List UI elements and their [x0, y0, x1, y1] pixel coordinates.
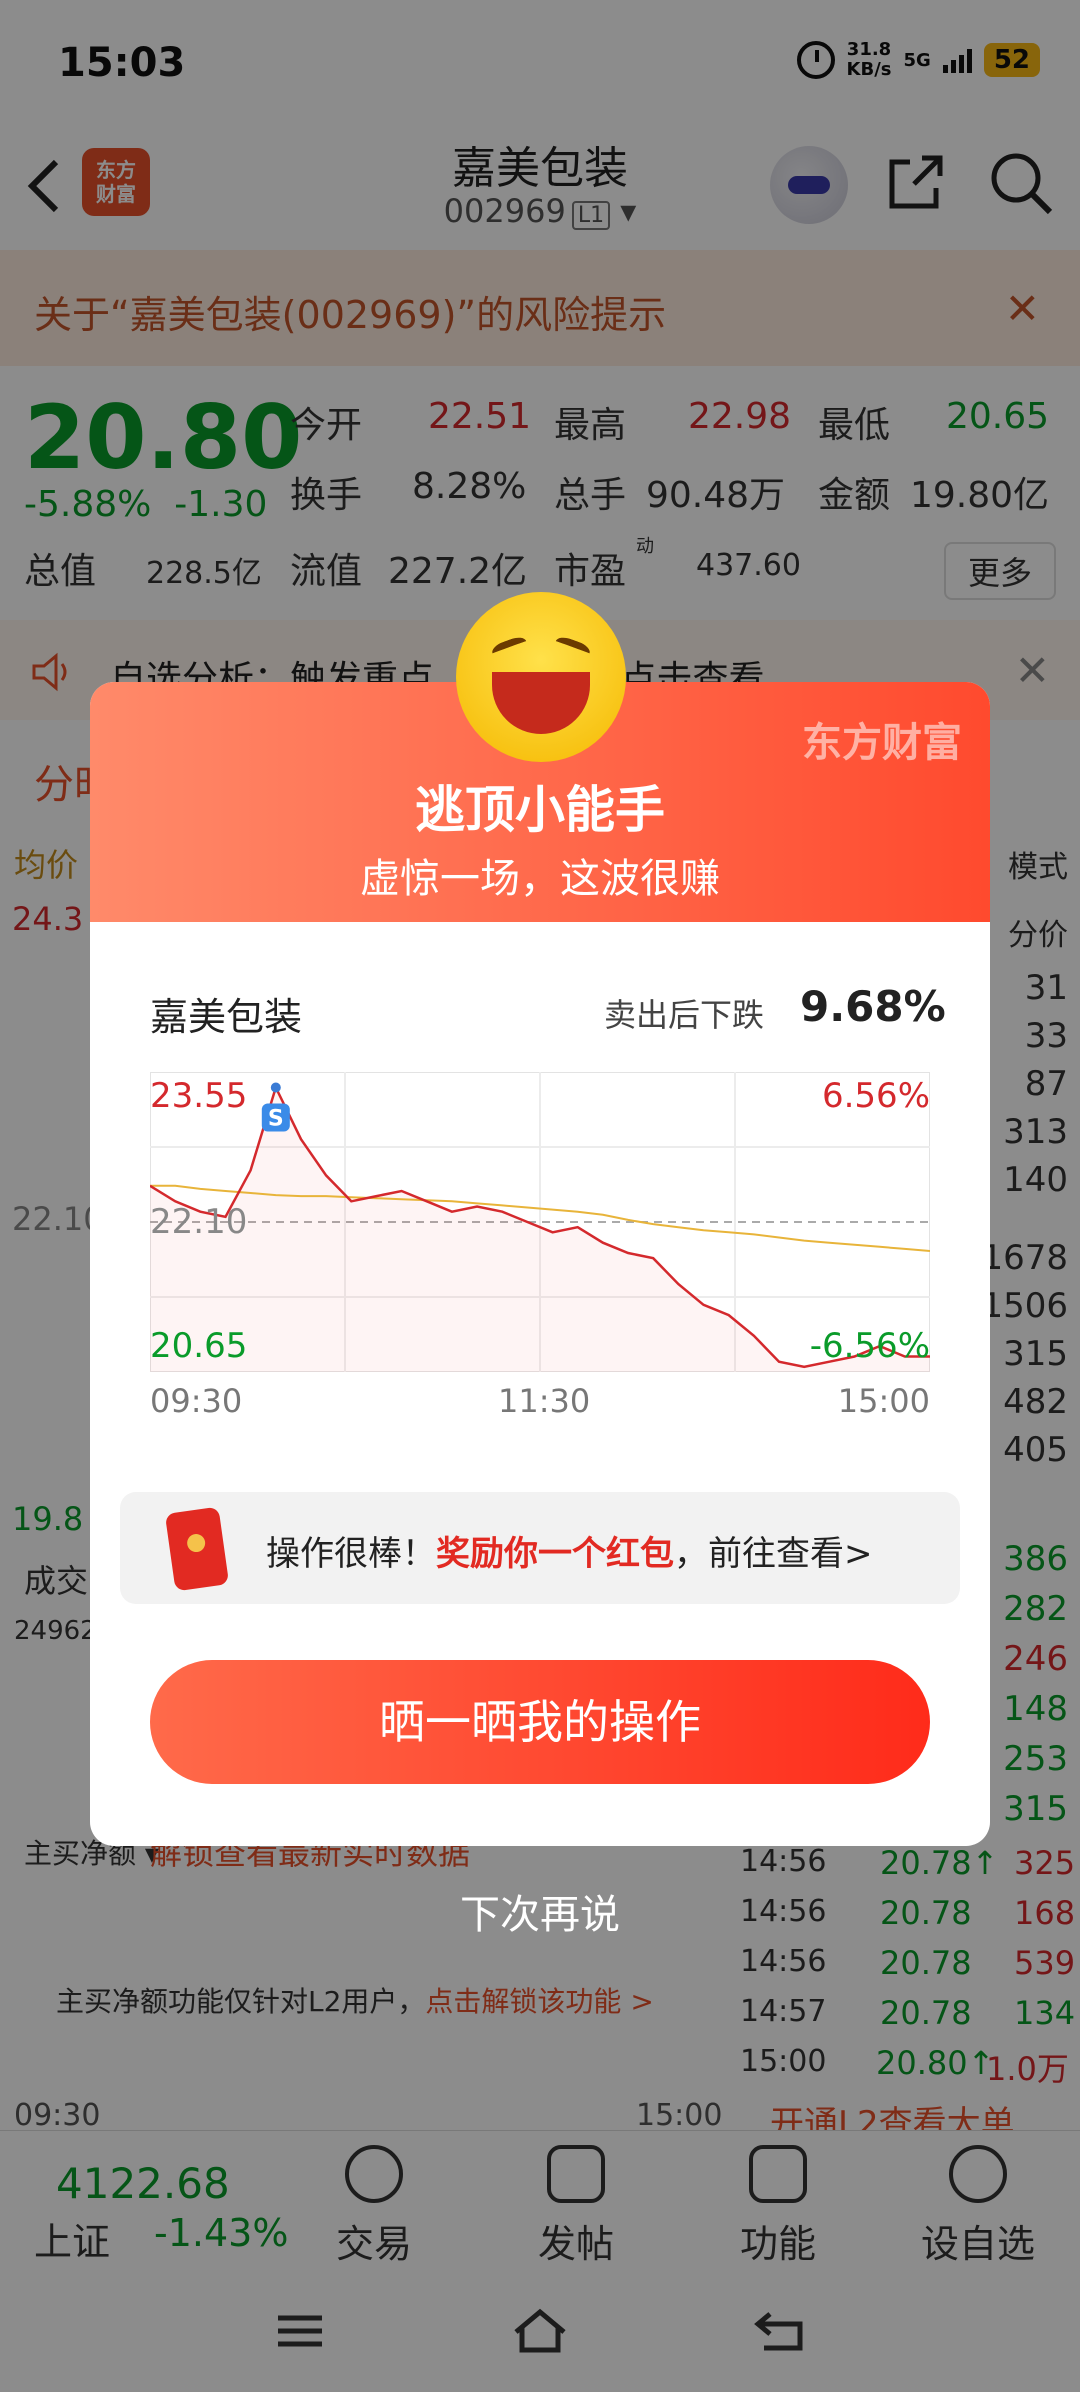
redpacket-suffix: ，前往查看> — [674, 1534, 873, 1574]
mini-price-chart: S 23.55 22.10 20.65 6.56% -6.56% 09:30 1… — [149, 1071, 931, 1420]
redpacket-banner[interactable]: 操作很棒！奖励你一个红包，前往查看> — [120, 1492, 960, 1604]
dialog-title: 逃顶小能手 — [415, 781, 665, 839]
redpacket-prefix: 操作很棒！ — [266, 1534, 436, 1574]
chart-time-mid: 11:30 — [498, 1382, 591, 1420]
chart-min-label: 20.65 — [150, 1326, 248, 1366]
redpacket-text: 操作很棒！奖励你一个红包，前往查看> — [266, 1526, 873, 1575]
emoji-eye — [552, 634, 592, 664]
chart-max-pct-label: 6.56% — [821, 1076, 930, 1116]
chart-min-pct-label: -6.56% — [809, 1326, 930, 1366]
dialog-subtitle: 虚惊一场，这波很赚 — [360, 856, 720, 902]
dialog-stock-name: 嘉美包装 — [150, 995, 303, 1039]
emoji-eye — [490, 634, 530, 664]
drop-label: 卖出后下跌 — [604, 996, 765, 1034]
red-packet-icon — [164, 1506, 230, 1592]
laughing-emoji-icon — [456, 592, 626, 762]
chart-time-end: 15:00 — [837, 1382, 930, 1420]
redpacket-highlight: 奖励你一个红包 — [436, 1534, 674, 1574]
share-operation-button[interactable]: 晒一晒我的操作 — [150, 1660, 930, 1784]
chart-ref-label: 22.10 — [150, 1202, 248, 1242]
drop-value: 9.68% — [800, 982, 946, 1031]
dismiss-later-button[interactable]: 下次再说 — [0, 1882, 1080, 1940]
chart-time-start: 09:30 — [150, 1382, 243, 1420]
chart-max-label: 23.55 — [150, 1076, 248, 1116]
achievement-dialog: 东方财富 逃顶小能手 虚惊一场，这波很赚 嘉美包装 卖出后下跌 9.68% S … — [90, 682, 990, 1846]
brand-watermark: 东方财富 — [802, 720, 962, 766]
sell-point — [270, 1082, 281, 1093]
sell-marker-label: S — [268, 1107, 284, 1132]
